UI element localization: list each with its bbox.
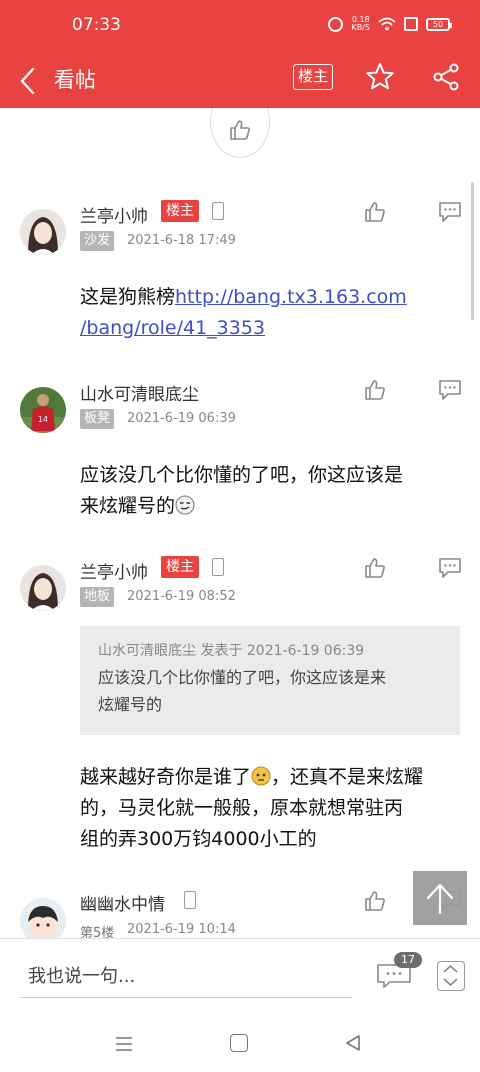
post-text: 应该没几个比你懂的了吧，你这应该是 来炫耀号的 <box>80 460 460 522</box>
status-icons: 0.18 KB/S 50 <box>328 16 452 32</box>
reply-input[interactable]: 我也说一句... <box>20 956 352 998</box>
smirk-emoji-icon <box>175 495 195 515</box>
floor-label: 第5楼 <box>80 926 115 938</box>
thumbs-up-icon[interactable] <box>364 379 386 401</box>
thumbs-up-icon <box>230 120 250 140</box>
system-nav-bar <box>0 1010 480 1072</box>
host-tag: 楼主 <box>161 556 199 578</box>
post-time: 2021-6-18 17:49 <box>127 233 236 248</box>
sweat-emoji-icon <box>251 766 271 786</box>
comment-icon[interactable] <box>438 557 462 579</box>
battery-icon: 50 <box>426 17 452 31</box>
status-time: 07:33 <box>72 15 121 35</box>
nav-back-icon[interactable] <box>344 1034 362 1052</box>
net-speed-unit: KB/S <box>351 23 370 32</box>
post-link-line1: http://bang.tx3.163.com <box>175 286 407 308</box>
quoted-post: 山水可清眼底尘 发表于 2021-6-19 06:39 应该没几个比你懂的了吧，… <box>80 626 460 735</box>
wifi-icon <box>378 17 396 31</box>
thread-content[interactable]: 兰亭小帅 楼主 沙发 2021-6-18 17:49 这是狗熊榜http://b… <box>0 108 480 938</box>
post-text-prefix: 这是狗熊榜 <box>80 286 176 308</box>
thumbs-up-icon[interactable] <box>364 890 386 912</box>
post-time: 2021-6-19 06:39 <box>127 411 236 426</box>
post-text-line1a: 越来越好奇你是谁了 <box>80 766 252 788</box>
header: 看帖 楼主 <box>0 52 480 108</box>
phone-icon <box>212 202 224 220</box>
post-username[interactable]: 山水可清眼底尘 <box>80 380 199 405</box>
post-text-line3: 组的弄300万钧4000小工的 <box>80 828 317 850</box>
nav-home-icon[interactable] <box>230 1034 248 1052</box>
post-link-line2: /bang/role/41_3353 <box>80 317 266 339</box>
avatar[interactable] <box>20 209 66 255</box>
phone-icon <box>184 891 196 909</box>
reply-bar: 我也说一句... 17 <box>0 938 480 1010</box>
post-username[interactable]: 兰亭小帅 <box>80 202 148 227</box>
share-icon[interactable] <box>431 62 461 92</box>
avatar[interactable] <box>20 898 66 938</box>
op-only-button[interactable]: 楼主 <box>293 64 333 90</box>
host-tag: 楼主 <box>161 200 199 222</box>
post-text-line1: 应该没几个比你懂的了吧，你这应该是 <box>80 464 404 486</box>
post-username[interactable]: 幽幽水中情 <box>80 890 165 915</box>
svg-text:14: 14 <box>38 415 48 424</box>
like-thread-button[interactable] <box>210 108 270 158</box>
page-up-down-icon <box>443 965 458 986</box>
comment-icon[interactable] <box>438 379 462 401</box>
phone-icon <box>212 558 224 576</box>
thumbs-up-icon[interactable] <box>364 201 386 223</box>
post-time: 2021-6-19 10:14 <box>127 922 236 937</box>
arrow-up-icon <box>426 883 454 915</box>
comment-icon[interactable] <box>438 201 462 223</box>
scrollbar[interactable] <box>471 182 474 320</box>
post-text-line2: 来炫耀号的 <box>80 495 176 517</box>
star-icon[interactable] <box>365 62 395 92</box>
page-jump-button[interactable] <box>437 961 465 991</box>
top-bar: 07:33 0.18 KB/S 50 看帖 楼主 <box>0 0 480 108</box>
status-bar: 07:33 0.18 KB/S 50 <box>0 0 480 52</box>
comment-count-badge: 17 <box>394 952 422 968</box>
quote-body: 应该没几个比你懂的了吧，你这应该是来 炫耀号的 <box>98 664 442 718</box>
quote-line1: 应该没几个比你懂的了吧，你这应该是来 <box>98 668 387 687</box>
back-arrow-icon[interactable] <box>14 60 44 100</box>
nav-menu-icon[interactable] <box>115 1037 133 1051</box>
post-text-line1b: ，还真不是来炫耀 <box>271 766 424 788</box>
post-text: 越来越好奇你是谁了 ，还真不是来炫耀 的，马灵化就一般般，原本就想常驻丙 组的弄… <box>80 762 460 855</box>
quote-line2: 炫耀号的 <box>98 695 163 714</box>
floor-tag: 板凳 <box>80 409 115 429</box>
floor-tag: 地板 <box>80 587 115 607</box>
post-text: 这是狗熊榜http://bang.tx3.163.com/bang/role/4… <box>80 282 460 344</box>
avatar[interactable] <box>20 565 66 611</box>
post-time: 2021-6-19 08:52 <box>127 589 236 604</box>
floor-tag: 沙发 <box>80 231 115 251</box>
thumbs-up-icon[interactable] <box>364 557 386 579</box>
avatar[interactable]: 14 <box>20 387 66 433</box>
no-sim-icon <box>404 17 418 31</box>
quote-header: 山水可清眼底尘 发表于 2021-6-19 06:39 <box>98 643 365 659</box>
net-speed: 0.18 KB/S <box>351 16 370 32</box>
alarm-icon <box>328 16 344 32</box>
post-username[interactable]: 兰亭小帅 <box>80 558 148 583</box>
page-title: 看帖 <box>54 68 96 92</box>
scroll-to-top-button[interactable] <box>413 871 467 925</box>
post-text-line2: 的，马灵化就一般般，原本就想常驻丙 <box>80 797 404 819</box>
